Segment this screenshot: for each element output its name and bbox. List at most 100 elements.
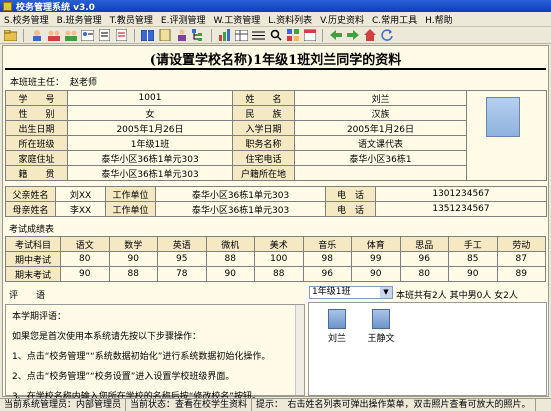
calendar-icon[interactable] [302,28,317,42]
users-icon[interactable] [174,28,189,42]
column-header: 语文 [60,236,110,252]
table-row: 父亲姓名 刘XX 工作单位 泰华小区36栋1单元303 电 话 13012345… [5,186,547,202]
profile-value: 2005年1月26日 [294,120,467,136]
student-item[interactable]: 刘兰 [319,309,355,344]
parent-name: 李XX [55,201,106,217]
document-icon[interactable] [97,28,112,42]
table-row: 学 号 1001 姓 名 刘兰 [5,90,547,181]
menu-bar: S.校务管理 B.班务管理 T.教员管理 E.评测管理 W.工资管理 L.资料列… [0,12,551,27]
profile-value: 语文课代表 [294,135,467,151]
toolbar [0,27,551,44]
table-row: 籍 贯 泰华小区36栋1单元303 户籍所在地 [5,165,547,181]
user-card-icon[interactable] [80,28,95,42]
comment-line: 2、点击“校务管理”“校务设置”进入设置学校班级界面。 [12,372,235,382]
open-folder-icon[interactable] [3,28,18,42]
student-avatar[interactable] [328,309,346,329]
menu-salary[interactable]: W.工资管理 [213,13,260,26]
book-icon[interactable] [140,28,155,42]
arrow-right-icon[interactable] [345,28,360,42]
profile-label: 性 别 [5,105,68,121]
table-icon[interactable] [234,28,249,42]
menu-tools[interactable]: C.常用工具 [372,13,417,26]
score-cell: 90 [205,266,255,282]
parent-role: 母亲姓名 [5,201,56,217]
phone-label: 电 话 [325,201,376,217]
exam-name: 期末考试 [5,266,61,282]
teacher-label: 本班班主任： [10,78,65,88]
table-row: 所在班级 1年级1班 职务名称 语文课代表 [5,135,547,151]
menu-school-admin[interactable]: S.校务管理 [4,13,49,26]
score-cell: 90 [108,251,158,267]
profile-value: 2005年1月26日 [67,120,233,136]
app-icon [3,1,12,11]
status-state: 当前状态：查看在校学生资料 [126,399,253,411]
table-header-row: 考试科目 语文 数学 英语 微机 美术 音乐 体育 思品 手工 劳动 [5,236,546,252]
student-item[interactable]: 王静文 [363,309,399,344]
status-bar: 当前系统管理员：内部管理员 当前状态：查看在校学生资料 提示： 右击姓名列表可弹… [0,398,551,411]
chart-icon[interactable] [217,28,232,42]
toolbar-separator [23,28,24,42]
chevron-down-icon[interactable]: ▼ [380,287,392,298]
menu-history[interactable]: V.历史资料 [320,13,364,26]
profile-label: 家庭住址 [5,150,68,166]
parent-name: 刘XX [55,186,106,202]
head-teacher-line: 本班班主任： 赵老师 [10,75,97,88]
profile-label: 民 族 [232,105,295,121]
student-avatar[interactable] [372,309,390,329]
profile-label: 所在班级 [5,135,68,151]
menu-class-admin[interactable]: B.班务管理 [57,13,102,26]
column-header: 体育 [351,236,401,252]
student-name: 王静文 [367,334,395,344]
status-hint: 提示： 右击姓名列表可弹出操作菜单，双击照片查看可放大的照片。 [252,399,536,411]
class-summary: 本班共有2人 其中男0人 女2人 [396,291,518,301]
photo-cell [466,90,547,181]
toolbar-separator [322,28,323,42]
comments-scrollbar[interactable] [295,305,304,395]
column-header: 思品 [399,236,449,252]
profile-label: 学 号 [5,90,68,106]
score-cell: 90 [448,266,498,282]
group-icon[interactable] [46,28,61,42]
profile-value: 汉族 [294,105,467,121]
score-cell: 99 [351,251,401,267]
profile-value: 女 [67,105,233,121]
menu-data-list[interactable]: L.资料列表 [268,13,312,26]
comments-box[interactable]: 本学期评语： 如果您是首次使用本系统请先按以下步骤操作： 1、点击“校务管理”“… [5,304,305,402]
menu-teacher-admin[interactable]: T.教员管理 [110,13,153,26]
notebook-icon[interactable] [157,28,172,42]
student-photo[interactable] [486,97,520,137]
group-icon[interactable] [63,28,78,42]
comment-line: 本学期评语： [12,312,67,322]
list-icon[interactable] [251,28,266,42]
score-cell: 85 [448,251,498,267]
class-select[interactable]: 1年级1班 ▼ [309,286,393,299]
teacher-name: 赵老师 [70,78,98,88]
search-icon[interactable] [268,28,283,42]
toolbar-separator [134,28,135,42]
score-cell: 95 [157,251,207,267]
parent-phone: 1351234567 [375,201,547,217]
refresh-icon[interactable] [379,28,394,42]
toolbar-separator [211,28,212,42]
menu-help[interactable]: H.帮助 [425,13,452,26]
home-icon[interactable] [362,28,377,42]
score-cell: 96 [399,251,449,267]
comment-line: 如果您是首次使用本系统请先按以下步骤操作： [12,332,202,342]
profile-value [294,165,467,181]
phone-label: 电 话 [325,186,376,202]
column-header: 考试科目 [5,236,61,252]
menu-evaluation[interactable]: E.评测管理 [161,13,206,26]
tree-icon[interactable] [191,28,206,42]
student-roster[interactable]: 刘兰 王静文 [308,302,547,396]
scores-table: 考试科目 语文 数学 英语 微机 美术 音乐 体育 思品 手工 劳动 期中考试 … [5,236,546,282]
table-row: 期中考试 80 90 95 88 100 98 99 96 85 87 [5,251,546,267]
user-icon[interactable] [29,28,44,42]
status-admin-label: 当前系统管理员： [4,400,77,410]
grid-icon[interactable] [285,28,300,42]
document-icon[interactable] [114,28,129,42]
window-titlebar: 校务管理系统 v3.0 [0,0,551,13]
arrow-left-icon[interactable] [328,28,343,42]
column-header: 手工 [448,236,498,252]
score-cell: 90 [60,266,110,282]
profile-label: 职务名称 [232,135,295,151]
